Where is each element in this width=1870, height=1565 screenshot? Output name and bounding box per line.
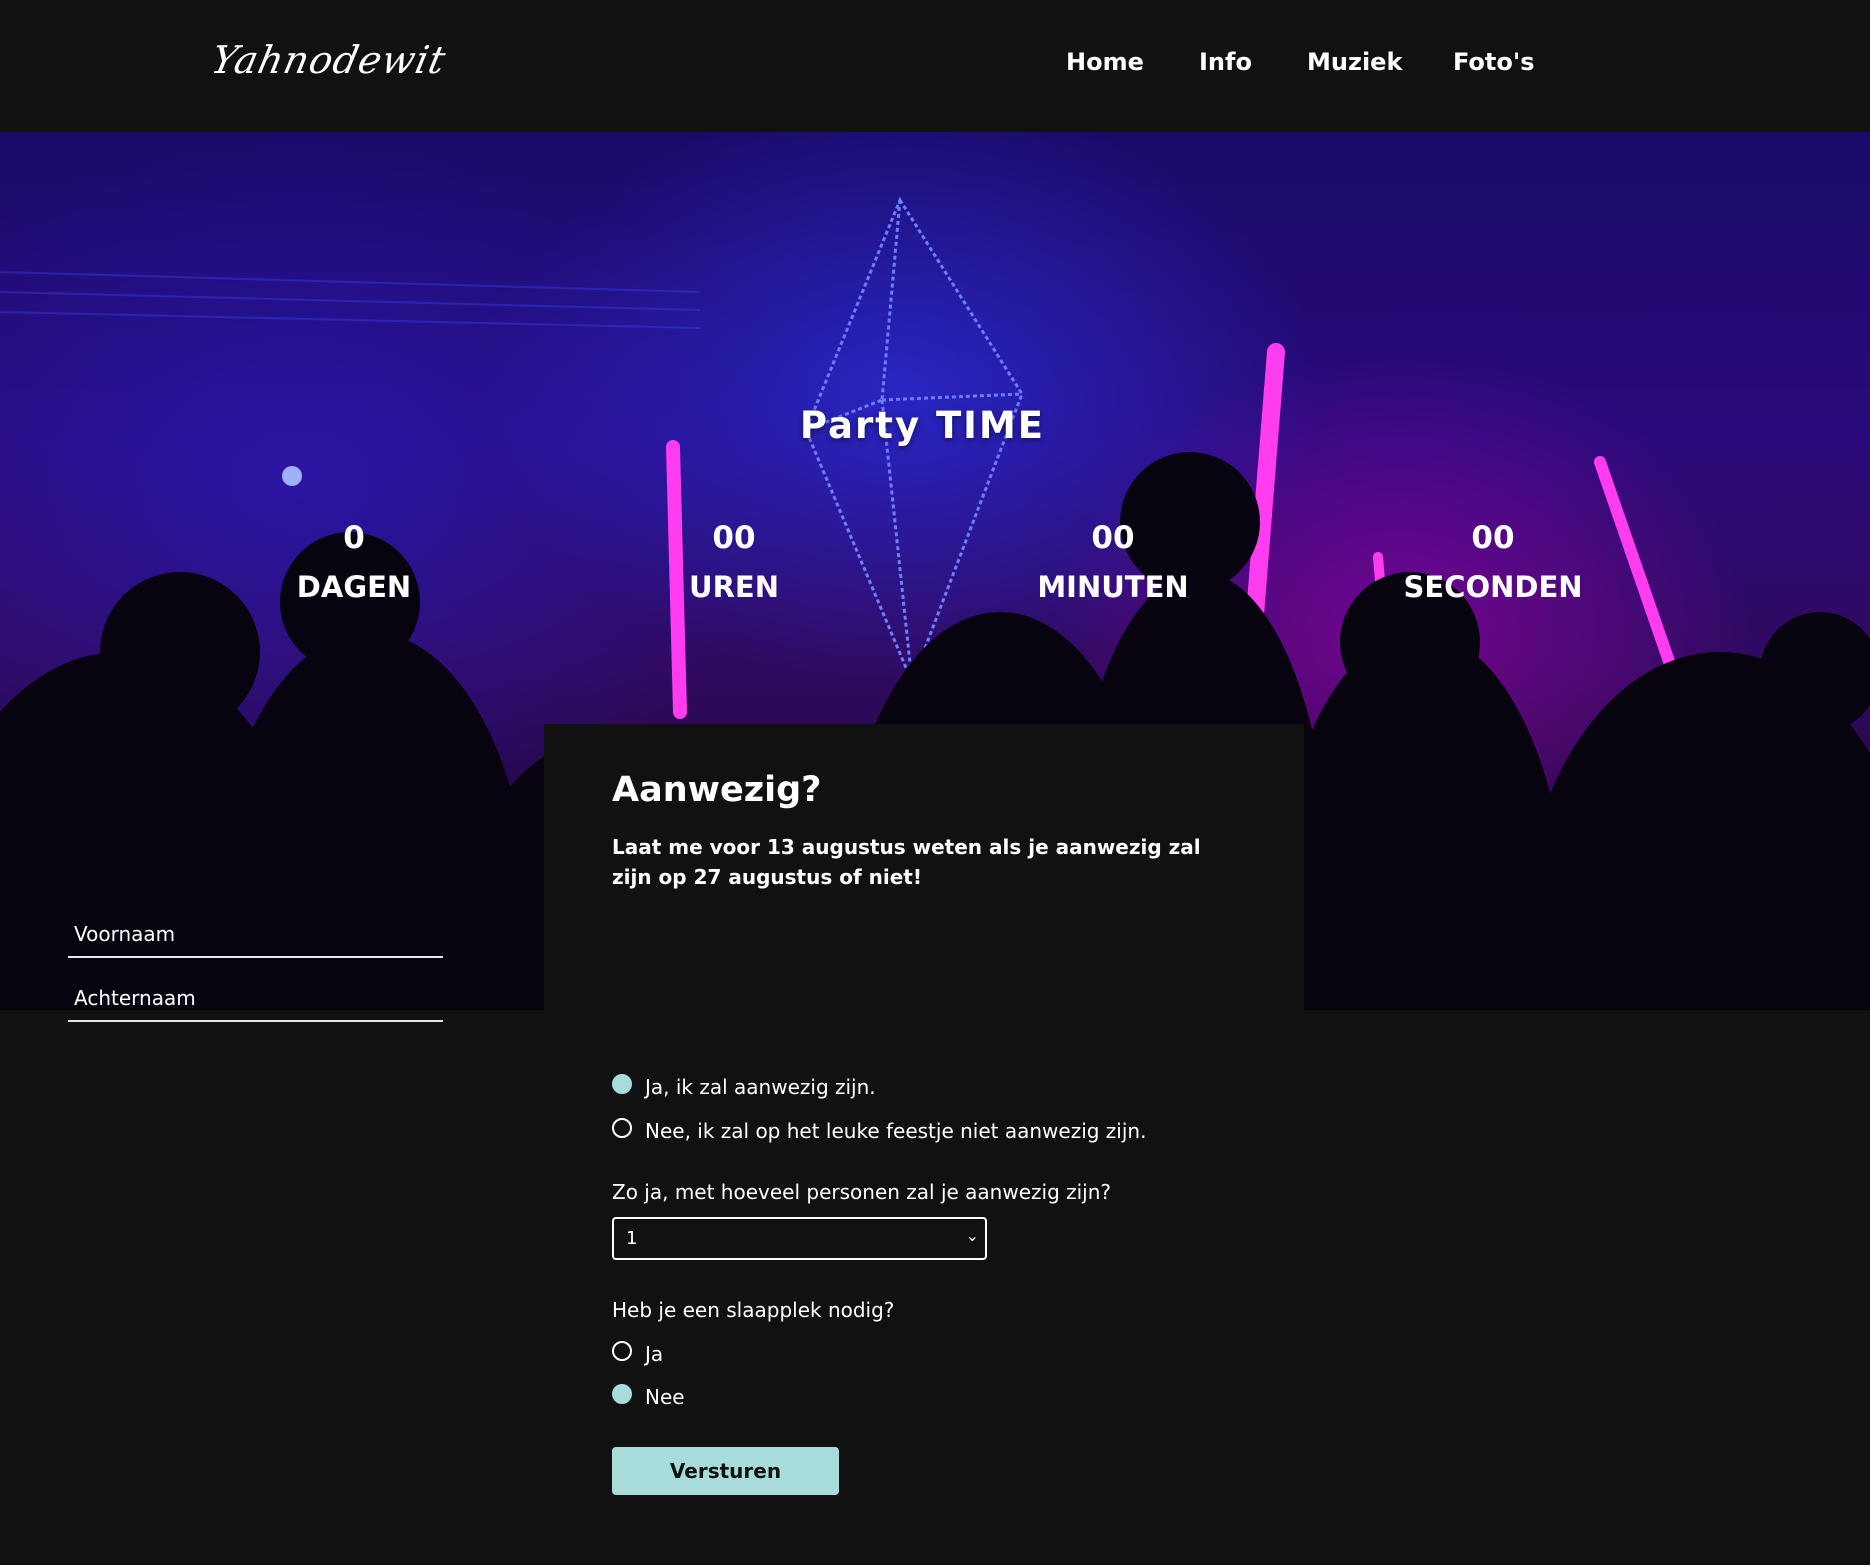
countdown-minutes: 00 MINUTEN — [963, 515, 1263, 613]
countdown-minutes-value: 00 — [1091, 520, 1135, 556]
attendance-yes-label[interactable]: Ja, ik zal aanwezig zijn. — [645, 1075, 876, 1099]
first-name-field[interactable] — [68, 912, 443, 958]
countdown-seconds-label: SECONDEN — [1403, 570, 1583, 604]
rsvp-card: Aanwezig? Laat me voor 13 augustus weten… — [544, 724, 1304, 1565]
last-name-field[interactable] — [68, 976, 443, 1022]
site-logo[interactable]: Yahnodewit — [207, 38, 450, 82]
attendance-yes-radio[interactable] — [612, 1074, 632, 1094]
countdown-days-label: DAGEN — [296, 570, 412, 604]
rsvp-intro: Laat me voor 13 augustus weten als je aa… — [612, 835, 1201, 889]
nav-info[interactable]: Info — [1199, 48, 1252, 76]
countdown-seconds: 00 SECONDEN — [1343, 515, 1643, 613]
countdown-days: 0 DAGEN — [204, 515, 504, 613]
countdown-days-value: 0 — [343, 520, 365, 556]
sleep-yes-radio[interactable] — [612, 1341, 632, 1361]
attendance-no-label[interactable]: Nee, ik zal op het leuke feestje niet aa… — [645, 1119, 1146, 1143]
countdown-seconds-value: 00 — [1471, 520, 1515, 556]
nav-fotos[interactable]: Foto's — [1453, 48, 1535, 76]
attendance-no-radio[interactable] — [612, 1118, 632, 1138]
countdown-minutes-label: MINUTEN — [1037, 570, 1189, 604]
sleep-question: Heb je een slaapplek nodig? — [612, 1298, 895, 1322]
nav-muziek[interactable]: Muziek — [1307, 48, 1402, 76]
site-header: Yahnodewit Home Info Muziek Foto's — [0, 0, 1870, 132]
submit-button[interactable]: Versturen — [612, 1447, 839, 1495]
countdown-hours: 00 UREN — [584, 515, 884, 613]
sleep-yes-label[interactable]: Ja — [645, 1342, 663, 1366]
persons-select[interactable]: 1 ⌄ — [612, 1217, 987, 1260]
sleep-no-label[interactable]: Nee — [645, 1385, 685, 1409]
nav-home[interactable]: Home — [1066, 48, 1144, 76]
chevron-down-icon: ⌄ — [965, 1226, 979, 1245]
hero-title: Party TIME — [799, 404, 1046, 447]
sleep-no-radio[interactable] — [612, 1384, 632, 1404]
countdown-hours-label: UREN — [689, 570, 779, 604]
persons-question: Zo ja, met hoeveel personen zal je aanwe… — [612, 1180, 1112, 1204]
rsvp-title: Aanwezig? — [612, 770, 822, 810]
countdown-hours-value: 00 — [712, 520, 756, 556]
persons-select-value: 1 — [626, 1228, 638, 1249]
